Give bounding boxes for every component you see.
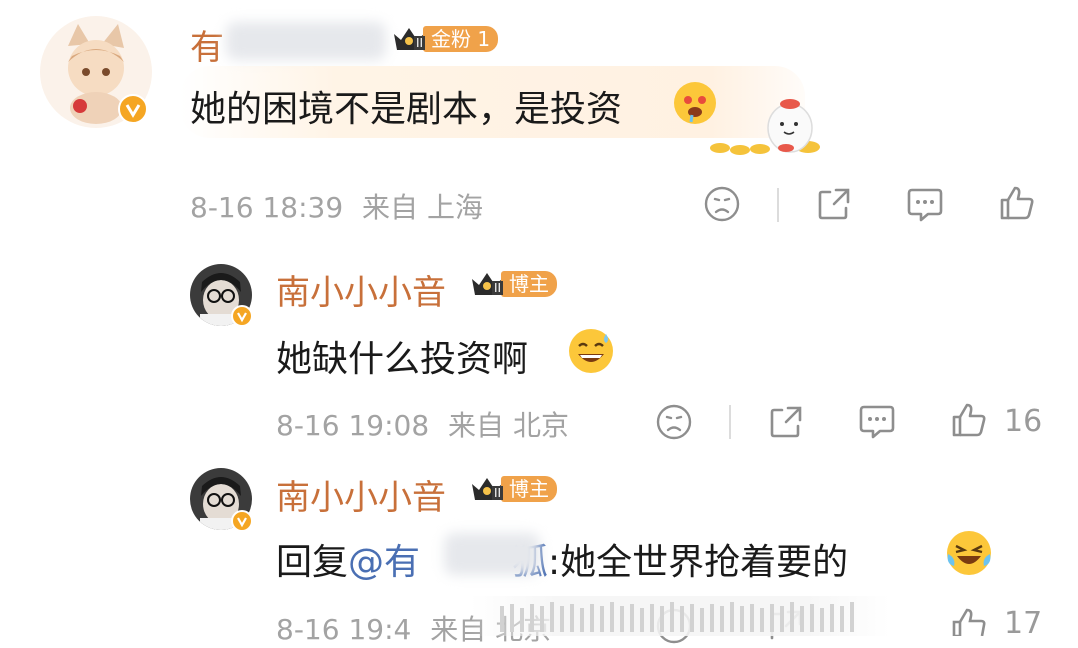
verified-icon bbox=[231, 510, 253, 532]
like-icon[interactable] bbox=[998, 184, 1036, 222]
badge-label: 博主 bbox=[501, 476, 557, 502]
reply-2-username[interactable]: 南小小小音 bbox=[276, 470, 446, 519]
timestamp: 8-16 18:39 bbox=[190, 191, 344, 224]
user-badge: II 博主 bbox=[470, 476, 557, 502]
divider bbox=[729, 405, 731, 439]
emoji-sweat-smile-icon bbox=[566, 326, 616, 376]
share-icon[interactable] bbox=[768, 404, 804, 440]
comment-1-username[interactable]: 有 bbox=[190, 20, 224, 69]
location: 来自 上海 bbox=[362, 191, 483, 224]
sad-face-icon[interactable] bbox=[656, 404, 692, 440]
like-icon[interactable] bbox=[950, 606, 988, 636]
comment-1-meta: 8-16 18:39 来自 上海 bbox=[190, 186, 483, 226]
comment-icon[interactable] bbox=[906, 186, 944, 224]
emoji-laugh-cry-icon bbox=[944, 528, 994, 578]
timestamp: 8-16 19:4 bbox=[276, 613, 412, 646]
share-icon[interactable] bbox=[816, 186, 852, 222]
like-icon[interactable] bbox=[950, 401, 988, 439]
badge-level: II bbox=[414, 36, 426, 50]
comment-icon[interactable] bbox=[858, 403, 896, 441]
decoration-sticker-icon bbox=[690, 92, 830, 158]
reply-prefix: 回复 bbox=[276, 542, 349, 583]
badge-level: II bbox=[492, 486, 504, 500]
sad-face-icon[interactable] bbox=[704, 186, 740, 222]
verified-icon bbox=[118, 94, 148, 124]
username-redaction bbox=[226, 22, 386, 60]
verified-icon bbox=[231, 305, 253, 327]
timestamp: 8-16 19:08 bbox=[276, 409, 430, 442]
username-redaction bbox=[444, 533, 540, 575]
reply-1-meta: 8-16 19:08 来自 北京 bbox=[276, 404, 569, 444]
reply-2-text: 回复@有狐:她全世界抢着要的 bbox=[276, 533, 848, 585]
badge-label: 金粉 1 bbox=[423, 26, 499, 52]
comment-1-text: 她的困境不是剧本，是投资 bbox=[190, 89, 623, 130]
reply-1-username[interactable]: 南小小小音 bbox=[276, 265, 446, 314]
reply-1-text: 她缺什么投资啊 bbox=[276, 339, 529, 380]
watermark-logo bbox=[470, 596, 890, 636]
like-count: 16 bbox=[1004, 404, 1043, 439]
user-badge: II 博主 bbox=[470, 271, 557, 297]
user-badge: II 金粉 1 bbox=[392, 26, 499, 52]
divider bbox=[777, 188, 779, 222]
reply-body: :她全世界抢着要的 bbox=[548, 542, 849, 583]
badge-level: II bbox=[492, 281, 504, 295]
location: 来自 北京 bbox=[448, 409, 569, 442]
mention-link[interactable]: @有 bbox=[348, 542, 420, 583]
badge-label: 博主 bbox=[501, 271, 557, 297]
